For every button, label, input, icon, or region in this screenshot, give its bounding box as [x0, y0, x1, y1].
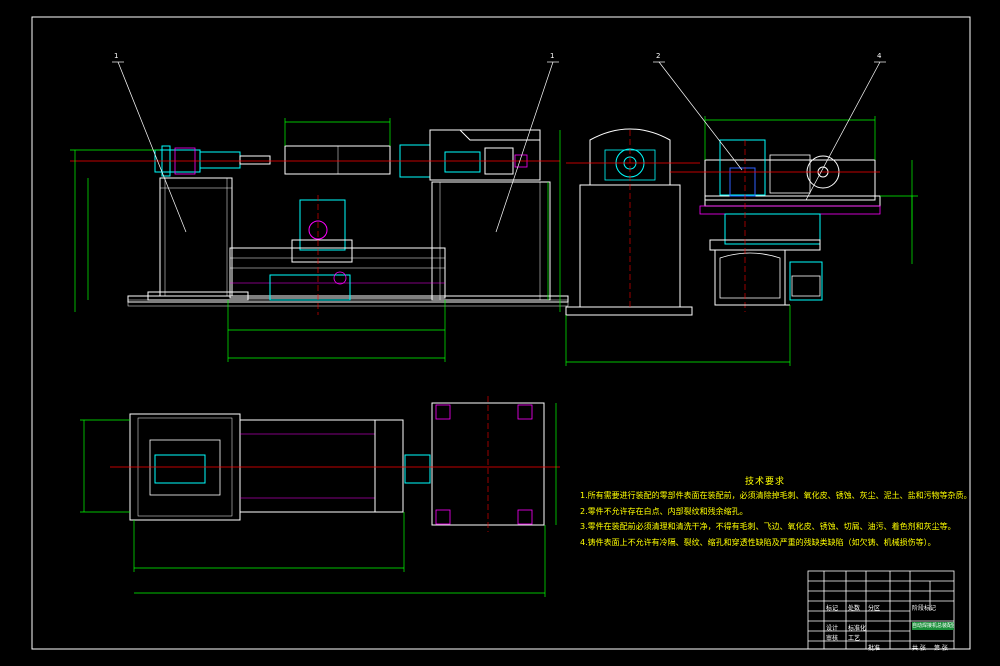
balloon-label: 4 [877, 52, 882, 60]
title-block-label: 处数 [848, 605, 861, 612]
requirement-item: 3.零件在装配前必须清理和清洗干净，不得有毛刺、飞边、氧化皮、锈蚀、切屑、油污、… [580, 522, 956, 531]
title-block-label: 审核 [826, 635, 839, 642]
requirement-item: 1.所有需要进行装配的零部件表面在装配前，必须清除掉毛刺、氧化皮、锈蚀、灰尘、泥… [580, 491, 970, 500]
balloon-label: 2 [656, 52, 660, 60]
drawing-title: 自动焊接机总装配图 [912, 622, 954, 630]
cad-drawing: 1 1 2 4 技术要求 1.所有需要进行装配的零部件表面在装配前，必须清除掉毛… [0, 0, 1000, 666]
technical-requirements: 1.所有需要进行装配的零部件表面在装配前，必须清除掉毛刺、氧化皮、锈蚀、灰尘、泥… [580, 488, 970, 550]
requirement-item: 2.零件不允许存在白点、内部裂纹和残余缩孔。 [580, 506, 748, 516]
title-block-label: 设计 [826, 625, 839, 632]
title-block-label: 共 张 [912, 645, 926, 652]
top-view [110, 396, 560, 532]
title-block-label: 批准 [868, 645, 881, 652]
balloon-label: 1 [550, 52, 554, 60]
title-block-label: 第 张 [934, 645, 948, 652]
title-block-label: 工艺 [848, 635, 861, 642]
title-block-label: 标记 [826, 605, 839, 612]
side-view [565, 128, 700, 316]
front-view [70, 129, 569, 315]
technical-requirements-title: 技术要求 [745, 477, 786, 487]
drawing-sheet: 1 1 2 4 [31, 16, 971, 650]
right-view [670, 139, 881, 312]
requirement-item: 4.铸件表面上不允许有冷隔、裂纹、缩孔和穿透性缺陷及严重的残缺类缺陷（如欠铸、机… [580, 537, 936, 547]
top-view-dimensions [80, 403, 557, 597]
title-block-label: 分区 [868, 605, 881, 612]
title-block-label: 标准化 [848, 625, 867, 632]
right-view-dimensions [565, 116, 918, 366]
title-block-label: 阶段标记 [912, 605, 937, 612]
sheet-border [31, 16, 971, 650]
balloon-label: 1 [114, 52, 118, 60]
